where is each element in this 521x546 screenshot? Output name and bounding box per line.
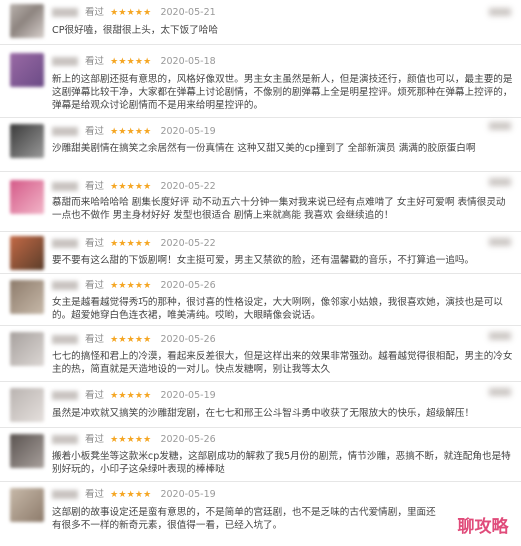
star-rating: ★★★★★ [110,239,152,249]
review-item: 看过 ★★★★★ 2020-05-18 新上的这部剧还挺有意思的，风格好像双世。… [0,45,521,118]
username[interactable] [52,182,78,191]
review-text: 沙雕甜美剧情在搞笑之余居然有一份真情在 这种又甜又美的cp撞到了 全部新演员 满… [52,143,476,154]
review-meta: 看过 ★★★★★ 2020-05-21 [52,6,216,20]
review-item: 看过 ★★★★★ 2020-05-19 虽然是冲欢就又搞笑的沙雕甜宠剧，在七七和… [0,382,521,428]
review-date: 2020-05-19 [160,489,216,500]
review-meta: 看过 ★★★★★ 2020-05-26 [52,333,216,347]
username[interactable] [52,281,78,290]
username[interactable] [52,490,78,499]
review-date: 2020-05-22 [160,181,216,192]
review-meta: 看过 ★★★★★ 2020-05-26 [52,433,216,447]
blurred-region [489,332,511,340]
watch-status: 看过 [85,390,105,401]
review-date: 2020-05-19 [160,390,216,401]
blurred-region [489,388,511,396]
review-text: 新上的这部剧还挺有意思的，风格好像双世。男主女主虽然是新人，但是演技还行，颜值也… [52,74,513,111]
avatar[interactable] [10,280,44,314]
watch-status: 看过 [85,238,105,249]
review-item: 看过 ★★★★★ 2020-05-21 CP很好嗑，很甜很上头，太下饭了哈哈 [0,0,521,45]
review-meta: 看过 ★★★★★ 2020-05-19 [52,389,216,403]
review-text: 搬着小板凳坐等这款米cp发糖，这部剧成功的解救了我5月份的剧荒，情节沙雕，恶搞不… [52,451,511,475]
review-text: 这部剧的故事设定还是蛮有意思的，不是简单的宫廷剧，也不是乏味的古代爱情剧，里面还… [52,507,436,531]
avatar[interactable] [10,53,44,87]
review-text: 慕甜而来哈哈哈哈 剧集长度好评 动不动五六十分钟一集对我来说已经有点难啃了 女主… [52,197,506,221]
avatar[interactable] [10,488,44,522]
review-text: 要不要有这么甜的下饭剧啊！女主挺可爱，男主又禁欲的脸，还有温馨戳的音乐，不打算追… [52,255,475,266]
review-date: 2020-05-26 [160,434,216,445]
username[interactable] [52,435,78,444]
star-rating: ★★★★★ [110,281,152,291]
review-item: 看过 ★★★★★ 2020-05-26 搬着小板凳坐等这款米cp发糖，这部剧成功… [0,428,521,482]
review-meta: 看过 ★★★★★ 2020-05-19 [52,125,216,139]
review-meta: 看过 ★★★★★ 2020-05-19 [52,488,216,502]
star-rating: ★★★★★ [110,391,152,401]
review-item: 看过 ★★★★★ 2020-05-22 慕甜而来哈哈哈哈 剧集长度好评 动不动五… [0,172,521,232]
review-date: 2020-05-26 [160,334,216,345]
review-text: 女主是越看越觉得秀巧的那种，很讨喜的性格设定，大大咧咧，像邻家小姑娘，我很喜欢她… [52,297,503,321]
review-meta: 看过 ★★★★★ 2020-05-18 [52,55,216,69]
username[interactable] [52,335,78,344]
watch-status: 看过 [85,56,105,67]
watch-status: 看过 [85,489,105,500]
star-rating: ★★★★★ [110,435,152,445]
avatar[interactable] [10,434,44,468]
review-item: 看过 ★★★★★ 2020-05-26 七七的搞怪和君上的冷漠，看起来反差很大，… [0,326,521,382]
review-text: 七七的搞怪和君上的冷漠，看起来反差很大，但是这样出来的效果非常强劲。越看越觉得很… [52,351,513,375]
star-rating: ★★★★★ [110,57,152,67]
username[interactable] [52,57,78,66]
star-rating: ★★★★★ [110,127,152,137]
watch-status: 看过 [85,7,105,18]
star-rating: ★★★★★ [110,335,152,345]
blurred-region [489,122,511,130]
review-date: 2020-05-26 [160,280,216,291]
review-text: CP很好嗑，很甜很上头，太下饭了哈哈 [52,25,218,36]
blurred-region [489,238,511,246]
star-rating: ★★★★★ [110,182,152,192]
username[interactable] [52,8,78,17]
blurred-region [489,8,511,16]
avatar[interactable] [10,388,44,422]
review-date: 2020-05-18 [160,56,216,67]
review-date: 2020-05-21 [160,7,216,18]
review-item: 看过 ★★★★★ 2020-05-26 女主是越看越觉得秀巧的那种，很讨喜的性格… [0,274,521,326]
review-date: 2020-05-19 [160,126,216,137]
review-date: 2020-05-22 [160,238,216,249]
review-item: 看过 ★★★★★ 2020-05-19 沙雕甜美剧情在搞笑之余居然有一份真情在 … [0,118,521,172]
review-meta: 看过 ★★★★★ 2020-05-22 [52,237,216,251]
username[interactable] [52,127,78,136]
blurred-region [489,178,511,186]
star-rating: ★★★★★ [110,8,152,18]
watch-status: 看过 [85,434,105,445]
username[interactable] [52,391,78,400]
review-item: 看过 ★★★★★ 2020-05-19 这部剧的故事设定还是蛮有意思的，不是简单… [0,482,521,546]
avatar[interactable] [10,236,44,270]
avatar[interactable] [10,124,44,158]
watch-status: 看过 [85,126,105,137]
watch-status: 看过 [85,334,105,345]
review-meta: 看过 ★★★★★ 2020-05-26 [52,279,216,293]
avatar[interactable] [10,4,44,38]
site-watermark: 聊攻略 [451,514,515,540]
username[interactable] [52,239,78,248]
review-item: 看过 ★★★★★ 2020-05-22 要不要有这么甜的下饭剧啊！女主挺可爱，男… [0,232,521,274]
review-meta: 看过 ★★★★★ 2020-05-22 [52,180,216,194]
review-text: 虽然是冲欢就又搞笑的沙雕甜宠剧，在七七和邢王公斗智斗勇中收获了无限放大的快乐，超… [52,408,475,419]
avatar[interactable] [10,180,44,214]
watch-status: 看过 [85,181,105,192]
watch-status: 看过 [85,280,105,291]
star-rating: ★★★★★ [110,490,152,500]
avatar[interactable] [10,332,44,366]
